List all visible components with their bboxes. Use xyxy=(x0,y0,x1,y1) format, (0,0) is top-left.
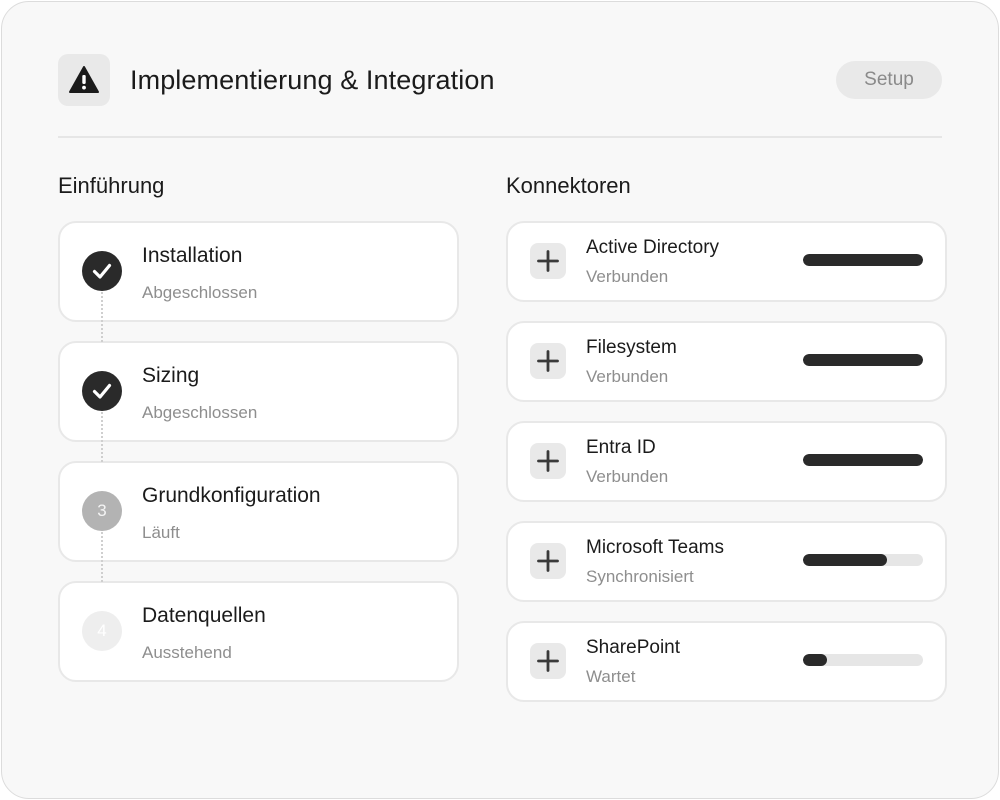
progress-fill xyxy=(803,254,923,266)
header-divider xyxy=(58,136,942,138)
connector-name: Entra ID xyxy=(586,437,656,458)
setup-button[interactable]: Setup xyxy=(836,61,942,99)
connector-status: Wartet xyxy=(586,667,636,686)
connector-status: Synchronisiert xyxy=(586,567,694,586)
connector-name: Microsoft Teams xyxy=(586,537,724,558)
step-title: Installation xyxy=(142,244,243,267)
plus-icon[interactable] xyxy=(530,543,566,579)
onboarding-section-title: Einführung xyxy=(58,173,165,198)
step-number-badge: 3 xyxy=(82,491,122,531)
connector-name: Active Directory xyxy=(586,237,720,258)
page-title: Implementierung & Integration xyxy=(130,65,495,95)
step-connector xyxy=(101,292,103,342)
connector-progress-bar xyxy=(803,354,923,366)
warning-icon xyxy=(58,54,110,106)
step-connector xyxy=(101,412,103,462)
connector-name: Filesystem xyxy=(586,337,677,358)
progress-fill xyxy=(803,454,923,466)
plus-icon[interactable] xyxy=(530,343,566,379)
step-complete-icon xyxy=(82,251,122,291)
step-complete-icon xyxy=(82,371,122,411)
connector-progress-bar xyxy=(803,454,923,466)
plus-icon[interactable] xyxy=(530,243,566,279)
step-number-badge: 4 xyxy=(82,611,122,651)
connector-status: Verbunden xyxy=(586,367,669,386)
connector-progress-bar xyxy=(803,254,923,266)
plus-icon[interactable] xyxy=(530,443,566,479)
step-title: Datenquellen xyxy=(142,604,266,627)
progress-fill xyxy=(803,354,923,366)
connector-card-sharepoint[interactable]: SharePoint Wartet xyxy=(506,621,947,702)
step-status: Abgeschlossen xyxy=(142,403,258,422)
connector-card-active-directory[interactable]: Active Directory Verbunden xyxy=(506,221,947,302)
app-window: Implementierung & Integration Setup Einf… xyxy=(1,1,999,799)
header: Implementierung & Integration Setup xyxy=(58,54,942,106)
step-connector xyxy=(101,532,103,582)
step-title: Sizing xyxy=(142,364,200,387)
step-status: Läuft xyxy=(142,523,180,542)
connector-status: Verbunden xyxy=(586,267,669,286)
connector-name: SharePoint xyxy=(586,637,681,658)
step-status: Ausstehend xyxy=(142,643,232,662)
progress-fill xyxy=(803,554,887,566)
connector-card-microsoft-teams[interactable]: Microsoft Teams Synchronisiert xyxy=(506,521,947,602)
connector-status: Verbunden xyxy=(586,467,669,486)
connector-progress-bar xyxy=(803,554,923,566)
connectors-section-title: Konnektoren xyxy=(506,173,631,198)
connector-card-filesystem[interactable]: Filesystem Verbunden xyxy=(506,321,947,402)
plus-icon[interactable] xyxy=(530,643,566,679)
step-title: Grundkonfiguration xyxy=(142,484,321,507)
step-status: Abgeschlossen xyxy=(142,283,258,302)
progress-fill xyxy=(803,654,827,666)
connector-card-entra-id[interactable]: Entra ID Verbunden xyxy=(506,421,947,502)
connector-progress-bar xyxy=(803,654,923,666)
